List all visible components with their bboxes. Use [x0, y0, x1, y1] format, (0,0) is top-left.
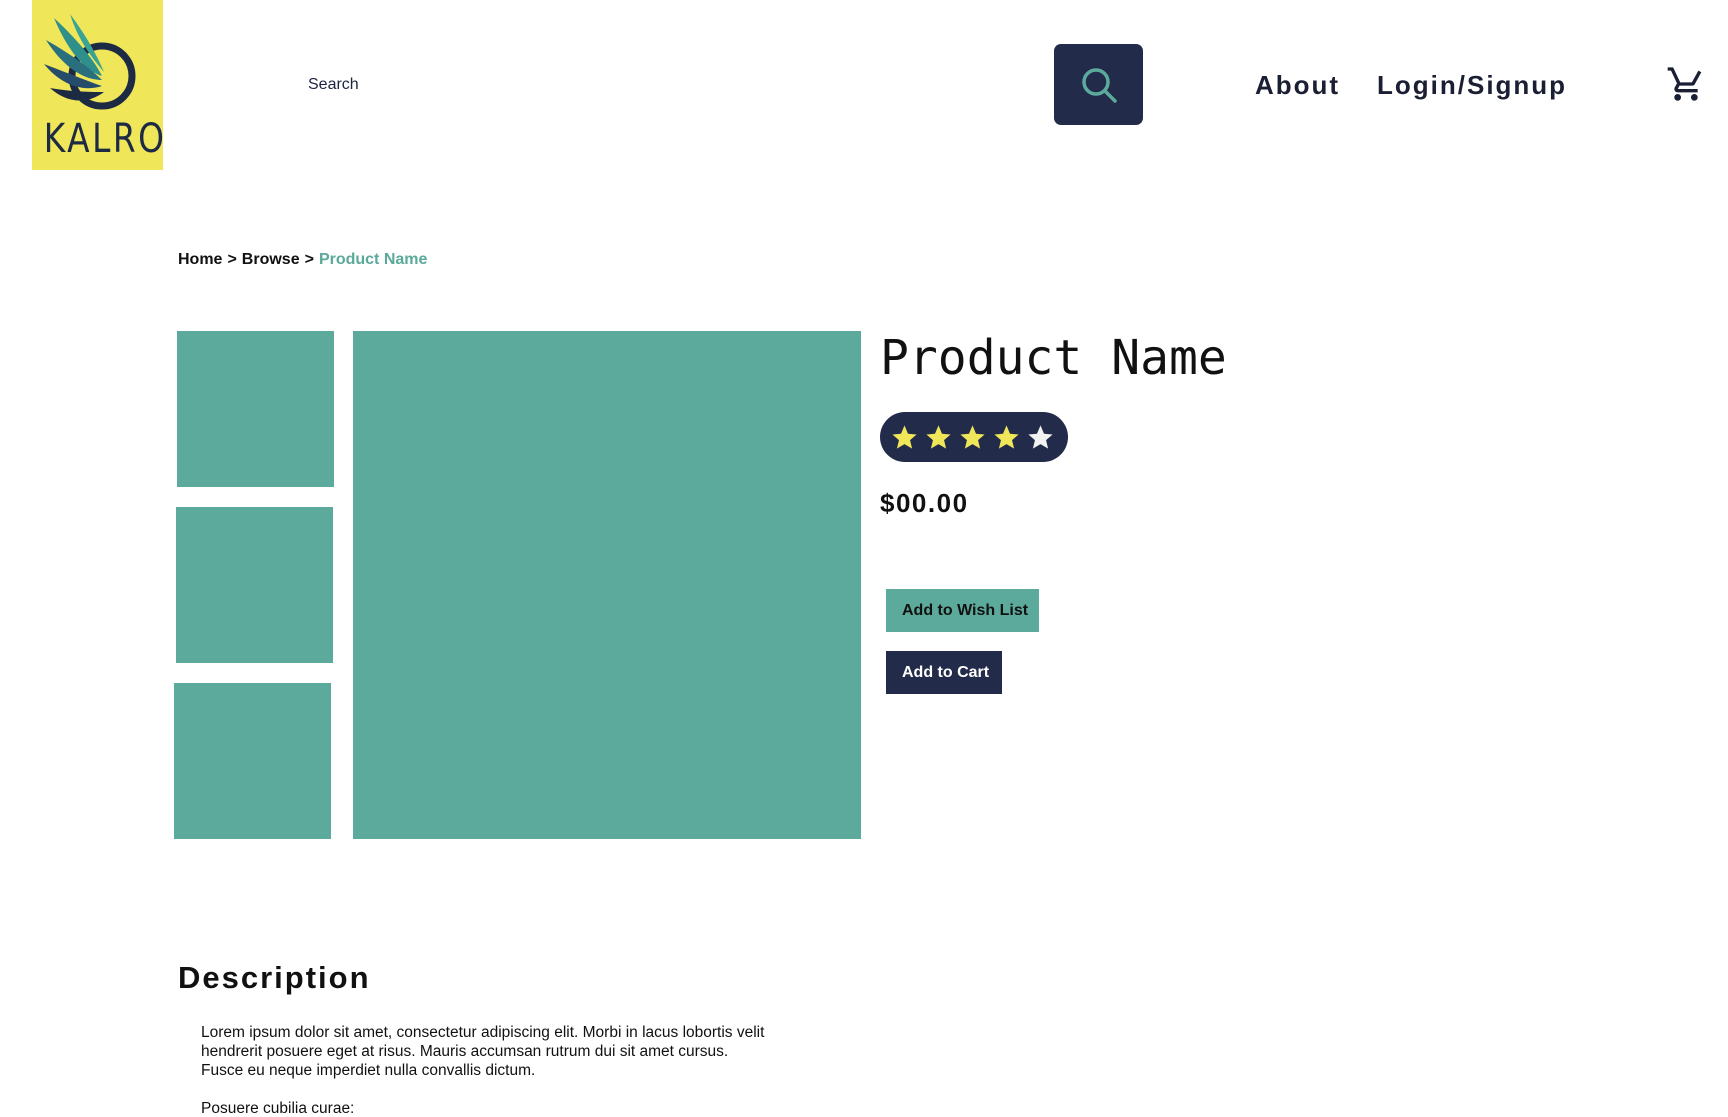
add-to-cart-button[interactable]: Add to Cart — [886, 651, 1002, 694]
description-body: Lorem ipsum dolor sit amet, consectetur … — [201, 1023, 771, 1117]
breadcrumb-separator: > — [304, 251, 314, 268]
product-main-image — [353, 331, 861, 839]
star-filled-icon — [960, 424, 985, 449]
star-empty-icon — [1028, 424, 1053, 449]
star-filled-icon — [926, 424, 951, 449]
product-title: Product Name — [880, 330, 1227, 386]
nav-about-link[interactable]: About — [1255, 70, 1340, 101]
cart-icon — [1667, 67, 1702, 101]
description-heading: Description — [178, 960, 371, 995]
breadcrumb-home[interactable]: Home — [178, 251, 222, 268]
star-filled-icon — [892, 424, 917, 449]
breadcrumb-browse[interactable]: Browse — [242, 251, 300, 268]
breadcrumb-separator: > — [227, 251, 237, 268]
search-input[interactable]: Search — [308, 76, 359, 94]
add-to-wishlist-button[interactable]: Add to Wish List — [886, 589, 1039, 632]
product-price: $00.00 — [880, 488, 969, 518]
description-paragraph: Posuere cubilia curae: — [201, 1100, 355, 1117]
search-button[interactable] — [1054, 44, 1143, 125]
gallery-thumbnail[interactable] — [174, 683, 331, 839]
brand-wordmark: KALRO — [43, 116, 167, 162]
cart-button[interactable] — [1666, 64, 1706, 109]
gallery-thumbnail[interactable] — [176, 507, 333, 663]
search-icon — [1082, 68, 1117, 103]
brand-logo[interactable]: KALRO — [32, 0, 167, 170]
nav-login-link[interactable]: Login/Signup — [1377, 70, 1567, 101]
description-paragraph: Lorem ipsum dolor sit amet, consectetur … — [201, 1024, 765, 1079]
breadcrumb-current[interactable]: Product Name — [319, 251, 427, 268]
star-filled-icon — [994, 424, 1019, 449]
gallery-thumbnail[interactable] — [177, 331, 334, 487]
rating-stars — [880, 412, 1068, 462]
breadcrumb: Home > Browse > Product Name — [178, 251, 427, 269]
product-page: KALRO Search About Login/Signup Home > Bro… — [0, 0, 1728, 1117]
wing-logo-icon — [44, 14, 136, 110]
